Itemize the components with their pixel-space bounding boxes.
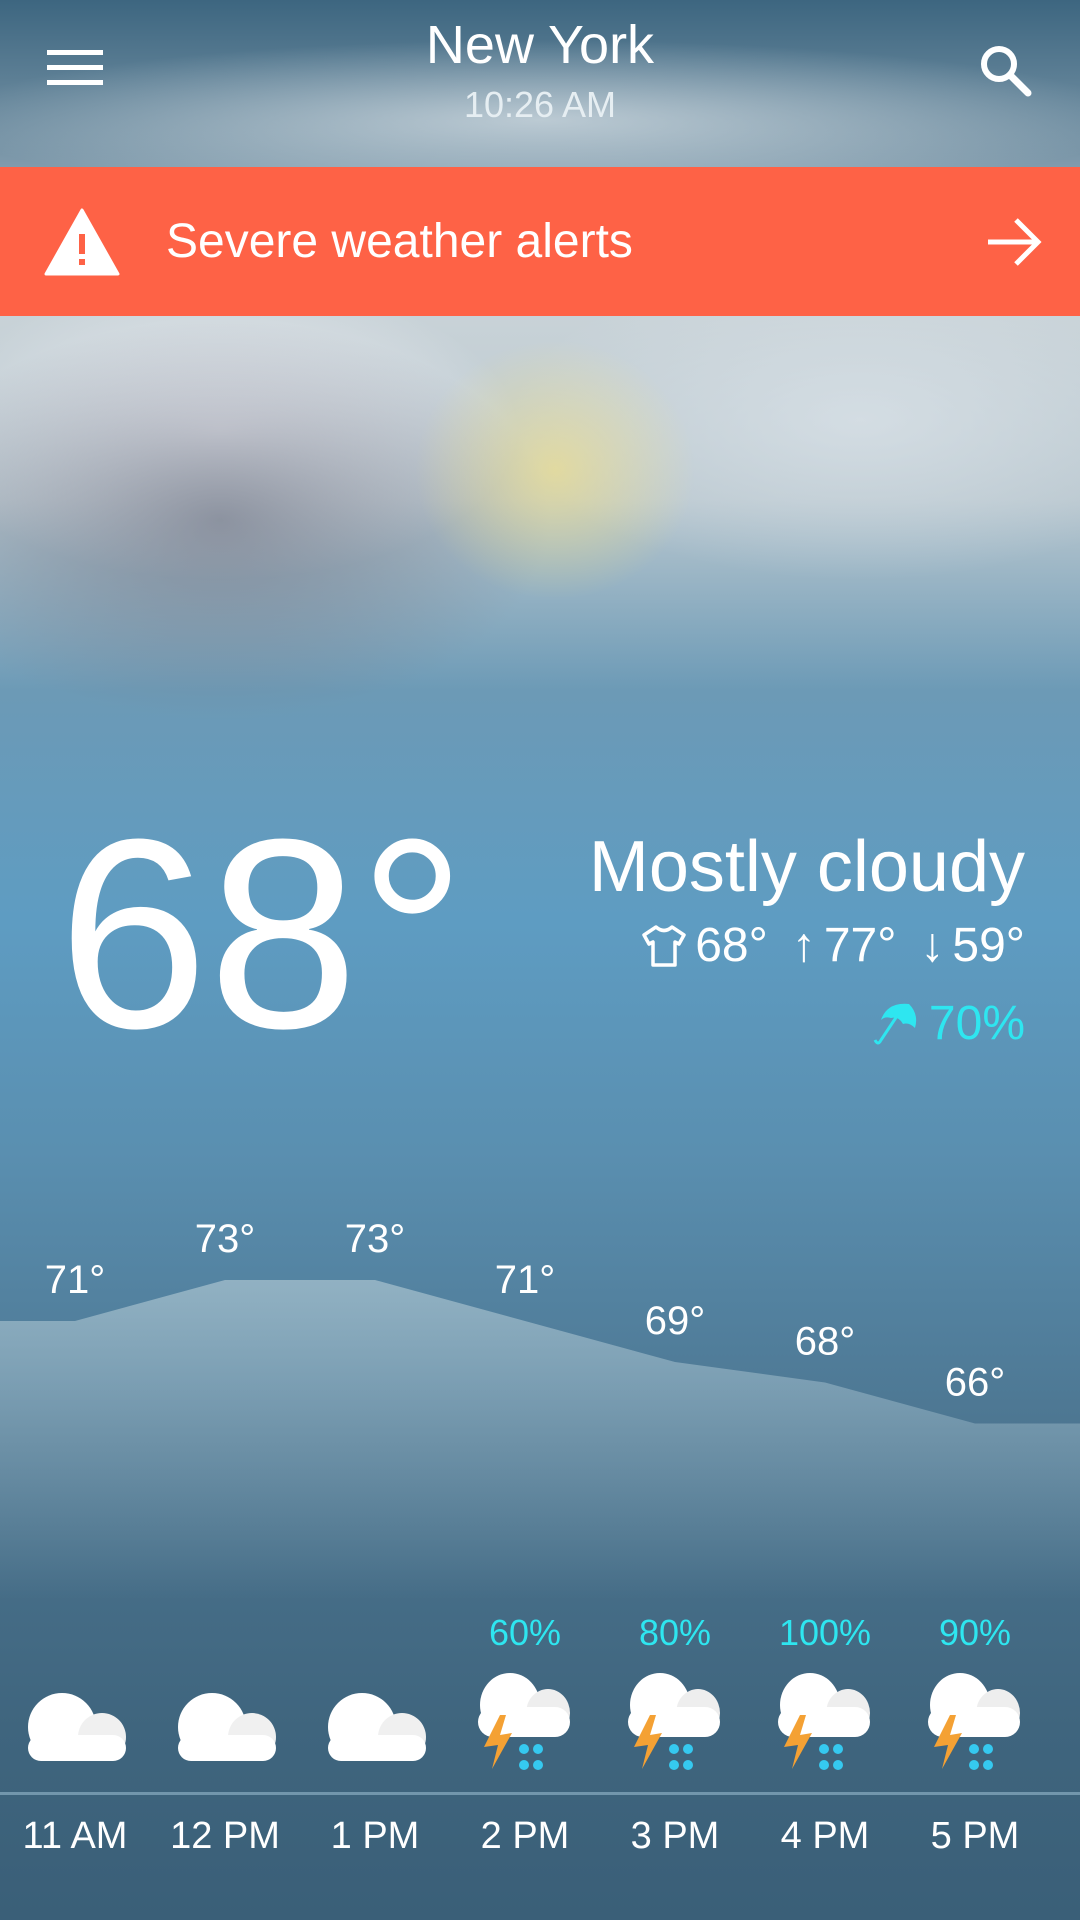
hour-precip: 90%	[938, 1612, 1012, 1653]
low-temp: 59°	[952, 919, 1025, 972]
arrow-down-icon: ↓	[920, 919, 945, 972]
temp-label: 71°	[495, 1258, 556, 1302]
header: New York 10:26 AM	[0, 0, 1080, 167]
warning-icon	[44, 208, 120, 275]
cloudy-icon	[28, 1693, 126, 1761]
temp-label: 68°	[795, 1320, 856, 1364]
hour-label: 1 PM	[330, 1815, 420, 1857]
hour-label: 3 PM	[630, 1815, 720, 1857]
local-time: 10:26 AM	[463, 84, 617, 125]
high-temp: 77°	[823, 919, 897, 972]
precipitation-chance: 70%	[873, 996, 1025, 1051]
alert-label: Severe weather alerts	[166, 215, 633, 268]
city-title[interactable]: New York	[0, 14, 1080, 76]
temperature-summary: 68° ↑ 77° ↓ 59°	[641, 918, 1025, 973]
temp-label: 69°	[645, 1299, 706, 1343]
temp-label: 73°	[345, 1217, 406, 1261]
search-icon[interactable]	[975, 40, 1035, 100]
current-temperature: 68°	[58, 784, 467, 1085]
temperature-area	[0, 1280, 1080, 1600]
divider	[0, 1792, 1080, 1795]
feels-like-temp: 68°	[695, 919, 768, 972]
severe-weather-alert-banner[interactable]: Severe weather alerts	[0, 167, 1080, 316]
precip-value: 70%	[928, 997, 1025, 1050]
thunderstorm-icon	[478, 1673, 570, 1770]
hour-label: 5 PM	[930, 1815, 1020, 1857]
temp-label: 71°	[45, 1258, 106, 1302]
arrow-up-icon: ↑	[791, 919, 816, 972]
temp-label: 66°	[945, 1361, 1006, 1405]
temp-label: 73°	[195, 1217, 256, 1261]
condition-text: Mostly cloudy	[588, 827, 1025, 907]
arrow-right-icon[interactable]	[984, 217, 1044, 267]
hourly-temperature-graph: 71° 73° 73° 71° 69° 68° 66°	[0, 1217, 1080, 1600]
cloudy-icon	[328, 1693, 426, 1761]
shirt-icon	[642, 924, 686, 967]
thunderstorm-icon	[778, 1673, 870, 1770]
thunderstorm-icon	[628, 1673, 720, 1770]
hour-label: 2 PM	[480, 1815, 570, 1857]
hour-label: 11 AM	[22, 1815, 128, 1857]
thunderstorm-icon	[928, 1673, 1020, 1770]
hour-label: 12 PM	[170, 1815, 280, 1857]
hour-label: 4 PM	[780, 1815, 870, 1857]
cloudy-icon	[178, 1693, 276, 1761]
umbrella-icon	[873, 1003, 917, 1044]
hour-precip: 100%	[778, 1612, 872, 1653]
hour-precip: 60%	[488, 1612, 562, 1653]
hour-precip: 80%	[638, 1612, 712, 1653]
